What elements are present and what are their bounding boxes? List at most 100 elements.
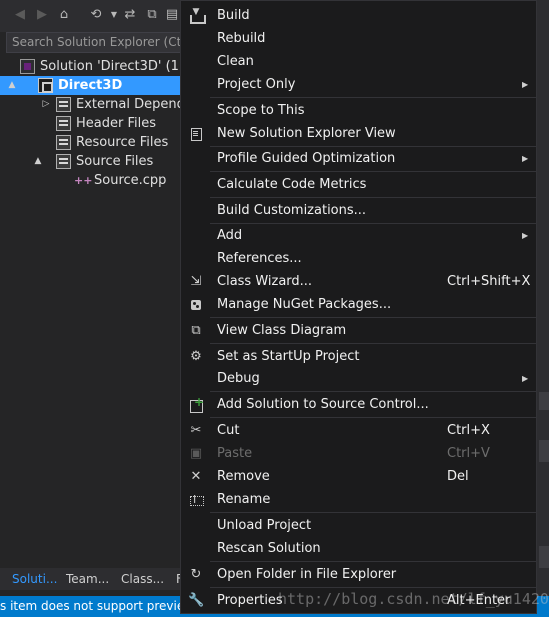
- tree-item-solution[interactable]: Solution 'Direct3D' (1 pr: [0, 57, 197, 76]
- menu-item-remove[interactable]: ✕ Remove Del: [181, 465, 536, 488]
- menu-item-label: Add Solution to Source Control...: [217, 397, 429, 412]
- wrench-icon: 🔧: [188, 593, 205, 608]
- class-wizard-icon: ⇲: [190, 274, 202, 289]
- class-diagram-icon: ⧉: [191, 323, 201, 338]
- submenu-arrow-icon: ▶: [522, 154, 529, 163]
- menu-item-rescan-solution[interactable]: Rescan Solution: [181, 537, 536, 560]
- expand-icon[interactable]: ▷: [40, 95, 52, 114]
- tree-item-label: Source.cpp: [94, 173, 167, 188]
- scissors-icon: ✂: [190, 423, 202, 438]
- menu-item-set-as-startup-project[interactable]: ⚙ Set as StartUp Project: [181, 345, 536, 368]
- menu-separator: [210, 587, 536, 588]
- tree-item-header-files[interactable]: Header Files: [0, 114, 190, 133]
- collapse-icon[interactable]: ▲: [6, 76, 18, 95]
- menu-item-paste[interactable]: ▣ Paste Ctrl+V: [181, 442, 536, 465]
- menu-item-label: Class Wizard...: [217, 274, 313, 289]
- menu-item-label: Scope to This: [217, 103, 305, 118]
- nuget-icon: [188, 297, 204, 313]
- menu-item-label: Build Customizations...: [217, 203, 367, 218]
- history-icon[interactable]: ⟲: [88, 6, 104, 24]
- menu-item-build-customizations[interactable]: Build Customizations...: [181, 199, 536, 222]
- collapse-icon[interactable]: ▲: [32, 152, 44, 171]
- menu-separator: [210, 391, 536, 392]
- cpp-project-icon: [38, 78, 53, 93]
- sync-icon[interactable]: ⇄: [122, 6, 138, 24]
- panel-block: [539, 546, 549, 568]
- menu-separator: [210, 197, 536, 198]
- back-icon[interactable]: ◀: [12, 6, 28, 24]
- menu-item-clean[interactable]: Clean: [181, 50, 536, 73]
- submenu-arrow-icon: ▶: [522, 374, 529, 383]
- filter-folder-icon: [56, 97, 71, 112]
- forward-icon[interactable]: ▶: [34, 6, 50, 24]
- menu-item-shortcut: Ctrl+V: [447, 446, 490, 461]
- tree-item-label: Solution 'Direct3D' (1 pr: [40, 59, 197, 74]
- menu-separator: [210, 561, 536, 562]
- menu-item-references[interactable]: References...: [181, 247, 536, 270]
- tab-class-view[interactable]: Class...: [115, 568, 170, 590]
- menu-item-label: Rebuild: [217, 31, 266, 46]
- paste-icon: ▣: [189, 446, 203, 461]
- menu-separator: [210, 343, 536, 344]
- menu-item-shortcut: Alt+Enter: [447, 593, 511, 608]
- filter-folder-icon: [56, 116, 71, 131]
- menu-separator: [210, 171, 536, 172]
- menu-item-label: Debug: [217, 371, 260, 386]
- menu-item-class-wizard[interactable]: ⇲ Class Wizard... Ctrl+Shift+X: [181, 270, 536, 293]
- menu-item-view-class-diagram[interactable]: ⧉ View Class Diagram: [181, 319, 536, 342]
- menu-item-open-folder-in-file-explorer[interactable]: ↻ Open Folder in File Explorer: [181, 563, 536, 586]
- menu-item-calculate-code-metrics[interactable]: Calculate Code Metrics: [181, 173, 536, 196]
- tree-item-label: Source Files: [76, 154, 154, 169]
- menu-item-add-solution-to-source-control[interactable]: Add Solution to Source Control...: [181, 393, 536, 416]
- menu-item-label: Unload Project: [217, 518, 312, 533]
- add-source-control-icon: [188, 394, 204, 413]
- menu-item-manage-nuget-packages[interactable]: Manage NuGet Packages...: [181, 293, 536, 316]
- chevron-down-icon[interactable]: ▼: [106, 6, 122, 24]
- rename-icon: [188, 492, 204, 508]
- menu-item-scope-to-this[interactable]: Scope to This: [181, 99, 536, 122]
- context-menu: Build Rebuild Clean Project Only ▶ Scope…: [180, 0, 537, 614]
- menu-item-build[interactable]: Build: [181, 4, 536, 27]
- menu-item-new-solution-explorer-view[interactable]: New Solution Explorer View: [181, 122, 536, 145]
- menu-item-add[interactable]: Add ▶: [181, 224, 536, 247]
- menu-item-debug[interactable]: Debug ▶: [181, 367, 536, 390]
- cpp-file-icon: ++: [74, 174, 93, 187]
- menu-item-label: Project Only: [217, 77, 296, 92]
- filter-folder-icon: [56, 154, 71, 169]
- gear-icon: ⚙: [190, 349, 202, 364]
- menu-item-rebuild[interactable]: Rebuild: [181, 27, 536, 50]
- menu-item-properties[interactable]: 🔧 Properties Alt+Enter: [181, 589, 536, 612]
- home-icon[interactable]: ⌂: [56, 6, 72, 24]
- tree-item-label: External Depende: [76, 97, 193, 112]
- menu-item-project-only[interactable]: Project Only ▶: [181, 73, 536, 96]
- menu-item-label: Remove: [217, 469, 270, 484]
- tree-item-source-files[interactable]: ▲ Source Files: [0, 152, 190, 171]
- collapse-all-icon[interactable]: ⧉: [144, 6, 160, 24]
- menu-item-cut[interactable]: ✂ Cut Ctrl+X: [181, 419, 536, 442]
- new-view-icon: [188, 126, 204, 142]
- menu-item-rename[interactable]: Rename: [181, 488, 536, 511]
- menu-item-profile-guided-optimization[interactable]: Profile Guided Optimization ▶: [181, 147, 536, 170]
- menu-item-shortcut: Del: [447, 469, 469, 484]
- menu-item-shortcut: Ctrl+Shift+X: [447, 274, 531, 289]
- search-input[interactable]: Search Solution Explorer (Ctr: [6, 32, 190, 53]
- tree-item-project[interactable]: ▲ Direct3D: [0, 76, 190, 95]
- tree-item-source-cpp[interactable]: ++ Source.cpp: [0, 171, 190, 190]
- refresh-arrow-icon: ↻: [190, 567, 202, 582]
- menu-item-unload-project[interactable]: Unload Project: [181, 514, 536, 537]
- panel-block: [539, 392, 549, 410]
- tree-item-external-dependencies[interactable]: ▷ External Depende: [0, 95, 193, 114]
- tab-team-explorer[interactable]: Team...: [60, 568, 115, 590]
- menu-item-label: Add: [217, 228, 243, 243]
- menu-item-label: Properties: [217, 593, 283, 608]
- menu-item-label: Rename: [217, 492, 271, 507]
- menu-item-label: New Solution Explorer View: [217, 126, 396, 141]
- filter-folder-icon: [56, 135, 71, 150]
- menu-item-label: References...: [217, 251, 302, 266]
- menu-item-label: Cut: [217, 423, 240, 438]
- tree-item-resource-files[interactable]: Resource Files: [0, 133, 190, 152]
- explorer-toolbar: ◀ ▶ ⌂ ⟲ ▼ ⇄ ⧉ ▤: [0, 0, 190, 32]
- show-all-files-icon[interactable]: ▤: [164, 6, 180, 24]
- menu-item-shortcut: Ctrl+X: [447, 423, 490, 438]
- tab-solution-explorer[interactable]: Soluti...: [6, 568, 63, 590]
